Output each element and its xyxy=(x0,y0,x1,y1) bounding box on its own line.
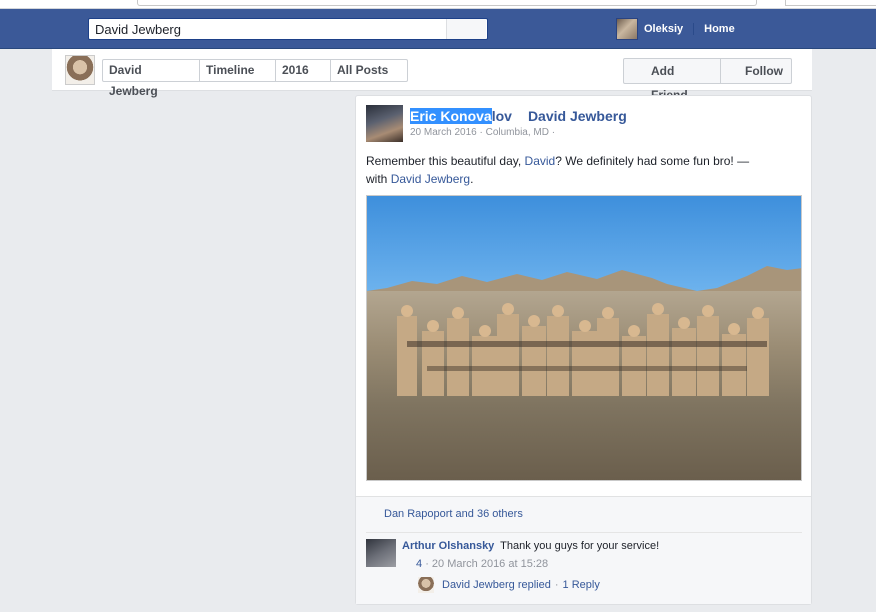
user-name[interactable]: Oleksiy xyxy=(644,23,695,35)
search-button[interactable] xyxy=(446,19,486,39)
follow-button[interactable]: Follow xyxy=(721,59,791,83)
comment-like-count[interactable]: 4 xyxy=(416,558,422,570)
breadcrumb: David Jewberg Timeline 2016 All Posts xyxy=(102,59,408,98)
reply-count-link[interactable]: 1 Reply xyxy=(563,579,600,591)
post-card: Eric Konovalov David Jewberg 20 March 201… xyxy=(355,95,812,605)
mention-link[interactable]: David xyxy=(525,154,556,168)
browser-top-strip xyxy=(0,0,876,9)
meta-separator: · xyxy=(554,579,559,591)
profile-actions: Add Friend Follow xyxy=(623,58,792,102)
reply-author-link[interactable]: David Jewberg replied xyxy=(442,579,551,591)
comment-text: Thank you guys for your service! xyxy=(500,540,660,552)
breadcrumb-filter[interactable]: All Posts xyxy=(331,60,407,81)
photo-soldiers xyxy=(397,303,769,396)
profile-link[interactable]: Oleksiy Home xyxy=(616,17,735,41)
post-meta: 20 March 2016 · Columbia, MD · xyxy=(410,127,555,138)
tagged-user-link[interactable]: David Jewberg xyxy=(528,108,627,124)
with-suffix: . xyxy=(470,172,474,186)
post-author-rest[interactable]: lov xyxy=(492,108,512,124)
timeline-nav-bar: David Jewberg Timeline 2016 All Posts Ad… xyxy=(52,49,812,102)
post-photo[interactable] xyxy=(366,195,802,481)
search-input[interactable] xyxy=(88,18,488,40)
browser-toolbar-fragment xyxy=(785,0,876,6)
profile-avatar[interactable] xyxy=(65,55,95,85)
comment: Arthur Olshansky Thank you guys for your… xyxy=(402,540,659,552)
meta-separator: · xyxy=(551,127,556,138)
breadcrumb-year[interactable]: 2016 xyxy=(276,60,331,81)
divider xyxy=(366,532,802,533)
browser-address-bar[interactable] xyxy=(137,0,757,6)
post-location[interactable]: Columbia, MD xyxy=(486,127,549,138)
comment-meta: 4 · 20 March 2016 at 15:28 xyxy=(416,558,548,570)
post-text-part: ? We definitely had some fun bro! — xyxy=(555,154,750,168)
avatar[interactable] xyxy=(616,18,638,40)
with-user-link[interactable]: David Jewberg xyxy=(391,172,470,186)
reply-summary[interactable]: David Jewberg replied · 1 Reply xyxy=(418,577,600,593)
post-text-part: Remember this beautiful day, xyxy=(366,154,525,168)
reply-avatar xyxy=(418,577,434,593)
likes-summary[interactable]: Dan Rapoport and 36 others xyxy=(384,508,523,520)
author-avatar[interactable] xyxy=(366,105,403,142)
comment-author[interactable]: Arthur Olshansky xyxy=(402,540,494,552)
with-prefix: with xyxy=(366,172,391,186)
post-text: Remember this beautiful day, David? We d… xyxy=(366,152,796,188)
post-date[interactable]: 20 March 2016 xyxy=(410,127,477,138)
top-navigation-bar: Oleksiy Home xyxy=(0,9,876,49)
comment-timestamp[interactable]: 20 March 2016 at 15:28 xyxy=(432,558,548,570)
post-author-line: Eric Konovalov David Jewberg xyxy=(410,108,627,124)
commenter-avatar[interactable] xyxy=(366,539,396,567)
breadcrumb-profile[interactable]: David Jewberg xyxy=(103,60,200,98)
breadcrumb-timeline[interactable]: Timeline xyxy=(200,60,276,81)
home-link[interactable]: Home xyxy=(704,23,735,35)
meta-separator: · xyxy=(425,558,432,570)
add-friend-button[interactable]: Add Friend xyxy=(624,59,721,102)
post-author-selected[interactable]: Eric Konova xyxy=(410,108,492,124)
